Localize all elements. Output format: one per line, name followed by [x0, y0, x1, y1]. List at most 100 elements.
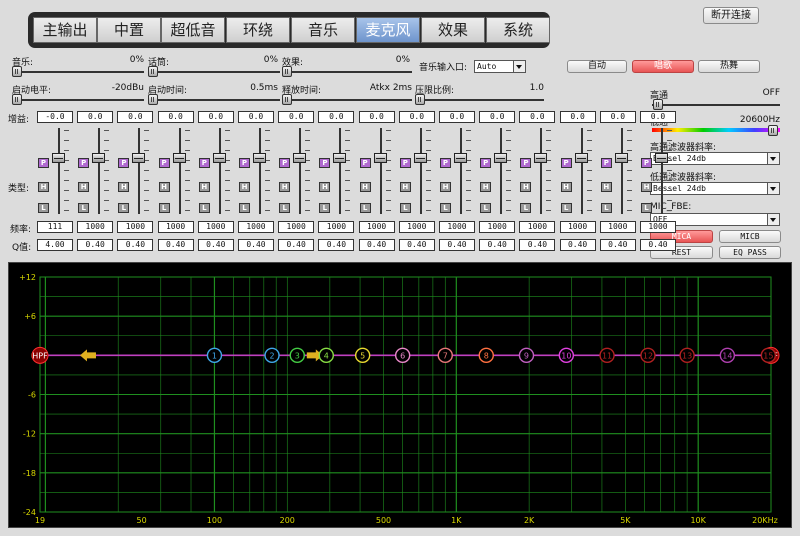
band-q-field[interactable]: 0.40 — [358, 239, 395, 251]
band-fader-handle[interactable] — [534, 153, 548, 163]
eq-pass-button[interactable]: EQ PASS — [719, 246, 781, 259]
band-gain-field[interactable]: 0.0 — [238, 111, 274, 123]
band-fader-handle[interactable] — [413, 153, 427, 163]
band-type-h-button[interactable]: H — [359, 182, 371, 192]
band-q-field[interactable]: 4.00 — [37, 239, 73, 251]
band-type-l-button[interactable]: L — [319, 203, 331, 213]
band-type-h-button[interactable]: H — [198, 182, 210, 192]
effect-slider-handle[interactable] — [282, 66, 292, 77]
band-fader-handle[interactable] — [614, 153, 628, 163]
band-fader-handle[interactable] — [373, 153, 387, 163]
band-type-h-button[interactable]: H — [158, 182, 170, 192]
band-gain-field[interactable]: 0.0 — [559, 111, 596, 123]
band-freq-field[interactable]: 1000 — [278, 221, 315, 233]
band-type-l-button[interactable]: L — [440, 203, 451, 213]
auto-mode-button[interactable]: 自动 — [567, 60, 627, 73]
band-freq-field[interactable]: 1000 — [519, 221, 556, 233]
band-fader-handle[interactable] — [172, 153, 186, 163]
tab-3[interactable]: 超低音 — [161, 17, 225, 43]
band-gain-field[interactable]: 0.0 — [157, 111, 194, 123]
band-q-field[interactable]: 0.40 — [599, 239, 636, 251]
band-type-l-button[interactable]: L — [641, 203, 652, 213]
lp-slope-select[interactable]: Bessel 24db — [650, 182, 780, 195]
band-freq-field[interactable]: 111 — [37, 221, 73, 233]
band-type-p-button[interactable]: P — [560, 158, 572, 168]
dance-mode-button[interactable]: 热舞 — [698, 60, 760, 73]
tab-8[interactable]: 系统 — [486, 17, 550, 43]
talk-slider-handle[interactable] — [148, 66, 158, 77]
arrow-left-icon[interactable] — [79, 349, 96, 362]
band-type-p-button[interactable]: P — [641, 158, 652, 168]
band-gain-field[interactable]: -0.0 — [37, 111, 73, 123]
band-freq-field[interactable]: 1000 — [439, 221, 475, 233]
band-type-h-button[interactable]: H — [78, 182, 90, 192]
band-type-p-button[interactable]: P — [78, 158, 90, 168]
band-type-h-button[interactable]: H — [399, 182, 411, 192]
eq-response-graph[interactable]: +12+60-6-12-18-2419501002005001K2K5K10K2… — [8, 262, 792, 528]
band-q-field[interactable]: 0.40 — [519, 239, 556, 251]
band-fader-handle[interactable] — [494, 153, 508, 163]
band-type-p-button[interactable]: P — [319, 158, 331, 168]
band-gain-field[interactable]: 0.0 — [640, 111, 676, 123]
band-type-p-button[interactable]: P — [279, 158, 291, 168]
band-type-p-button[interactable]: P — [480, 158, 492, 168]
sing-mode-button[interactable]: 唱歌 — [632, 60, 694, 73]
band-type-h-button[interactable]: H — [480, 182, 492, 192]
band-gain-field[interactable]: 0.0 — [77, 111, 114, 123]
band-q-field[interactable]: 0.40 — [117, 239, 154, 251]
band-gain-field[interactable]: 0.0 — [519, 111, 556, 123]
lowpass-slider-handle[interactable] — [768, 125, 778, 136]
band-gain-field[interactable]: 0.0 — [117, 111, 154, 123]
band-gain-field[interactable]: 0.0 — [197, 111, 234, 123]
band-gain-field[interactable]: 0.0 — [439, 111, 475, 123]
band-type-h-button[interactable]: H — [641, 182, 652, 192]
tab-4[interactable]: 环绕 — [226, 17, 290, 43]
band-type-h-button[interactable]: H — [319, 182, 331, 192]
band-freq-field[interactable]: 1000 — [599, 221, 636, 233]
band-type-h-button[interactable]: H — [239, 182, 250, 192]
band-q-field[interactable]: 0.40 — [318, 239, 355, 251]
band-freq-field[interactable]: 1000 — [117, 221, 154, 233]
band-type-h-button[interactable]: H — [600, 182, 612, 192]
band-type-l-button[interactable]: L — [359, 203, 371, 213]
band-type-p-button[interactable]: P — [158, 158, 170, 168]
music-input-select[interactable]: Auto — [474, 60, 526, 73]
start-level-slider-handle[interactable] — [12, 94, 22, 105]
band-fader-handle[interactable] — [253, 153, 266, 163]
band-q-field[interactable]: 0.40 — [157, 239, 194, 251]
band-fader-handle[interactable] — [293, 153, 307, 163]
band-freq-field[interactable]: 1000 — [318, 221, 355, 233]
band-freq-field[interactable]: 1000 — [358, 221, 395, 233]
band-q-field[interactable]: 0.40 — [278, 239, 315, 251]
band-fader-handle[interactable] — [92, 153, 106, 163]
tab-1[interactable]: 主输出 — [33, 17, 97, 43]
band-q-field[interactable]: 0.40 — [479, 239, 516, 251]
tab-5[interactable]: 音乐 — [291, 17, 355, 43]
band-gain-field[interactable]: 0.0 — [278, 111, 315, 123]
band-freq-field[interactable]: 1000 — [559, 221, 596, 233]
band-type-l-button[interactable]: L — [38, 203, 49, 213]
band-type-l-button[interactable]: L — [480, 203, 492, 213]
band-type-l-button[interactable]: L — [560, 203, 572, 213]
release-slider-handle[interactable] — [282, 94, 292, 105]
band-freq-field[interactable]: 1000 — [197, 221, 234, 233]
band-fader-handle[interactable] — [333, 153, 347, 163]
band-freq-field[interactable]: 1000 — [640, 221, 676, 233]
band-type-l-button[interactable]: L — [399, 203, 411, 213]
band-type-l-button[interactable]: L — [239, 203, 250, 213]
band-type-l-button[interactable]: L — [198, 203, 210, 213]
band-type-l-button[interactable]: L — [520, 203, 532, 213]
attack-slider-handle[interactable] — [148, 94, 158, 105]
tab-2[interactable]: 中置 — [97, 17, 161, 43]
hp-slope-select[interactable]: Bessel 24db — [650, 152, 780, 165]
tab-6[interactable]: 麦克风 — [356, 17, 420, 43]
band-fader-handle[interactable] — [574, 153, 588, 163]
band-gain-field[interactable]: 0.0 — [599, 111, 636, 123]
band-type-p-button[interactable]: P — [520, 158, 532, 168]
band-gain-field[interactable]: 0.0 — [398, 111, 435, 123]
band-q-field[interactable]: 0.40 — [398, 239, 435, 251]
band-fader-handle[interactable] — [52, 153, 65, 163]
band-type-p-button[interactable]: P — [359, 158, 371, 168]
band-type-l-button[interactable]: L — [600, 203, 612, 213]
band-gain-field[interactable]: 0.0 — [358, 111, 395, 123]
